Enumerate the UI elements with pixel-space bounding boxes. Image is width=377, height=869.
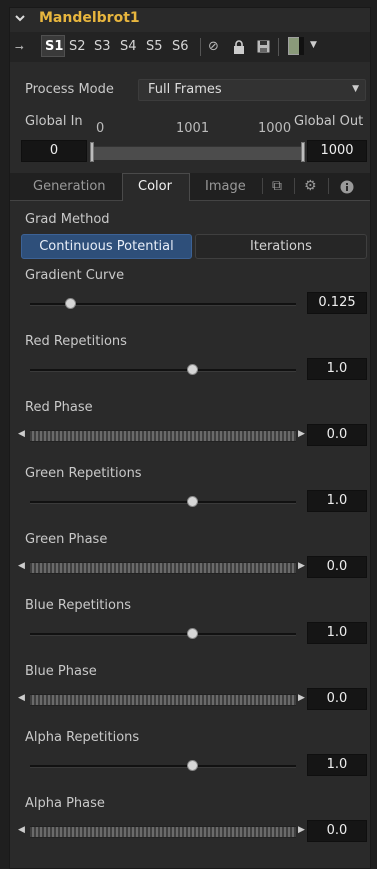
tab-separator bbox=[328, 178, 329, 194]
value-field[interactable]: 0.125 bbox=[307, 292, 367, 314]
thumbwheel-left-arrow-icon[interactable]: ◀ bbox=[18, 561, 25, 571]
tab-separator bbox=[262, 178, 263, 194]
lock-icon[interactable] bbox=[233, 40, 245, 54]
slider-track[interactable] bbox=[30, 501, 296, 504]
tool-panel: Mandelbrot1 ⭢ S1 S2 S3 S4 S5 S6 ⊘ ▼ Proc… bbox=[9, 7, 371, 869]
value-field[interactable]: 0.0 bbox=[307, 424, 367, 446]
node-title: Mandelbrot1 bbox=[39, 10, 140, 26]
value-field[interactable]: 0.0 bbox=[307, 820, 367, 842]
slider-knob[interactable] bbox=[187, 364, 199, 375]
thumbwheel[interactable] bbox=[30, 826, 296, 838]
thumbwheel-right-arrow-icon[interactable]: ▶ bbox=[298, 561, 305, 571]
control-label: Green Phase bbox=[25, 532, 108, 547]
process-mode-label: Process Mode bbox=[25, 82, 114, 97]
tab-separator bbox=[294, 178, 295, 194]
thumbwheel-right-arrow-icon[interactable]: ▶ bbox=[298, 693, 305, 703]
toolbar: ⭢ S1 S2 S3 S4 S5 S6 ⊘ ▼ bbox=[10, 32, 370, 62]
thumbwheel-right-arrow-icon[interactable]: ▶ bbox=[298, 825, 305, 835]
global-in-label: Global In bbox=[25, 114, 83, 129]
thumbwheel-left-arrow-icon[interactable]: ◀ bbox=[18, 825, 25, 835]
chevron-down-icon: ▼ bbox=[352, 84, 359, 94]
gear-icon[interactable]: ⚙ bbox=[304, 178, 317, 194]
thumbwheel[interactable] bbox=[30, 562, 296, 574]
range-tick-end: 1000 bbox=[258, 121, 292, 136]
thumbwheel-left-arrow-icon[interactable]: ◀ bbox=[18, 429, 25, 439]
chevron-down-icon[interactable] bbox=[14, 12, 26, 24]
thumbwheel-right-arrow-icon[interactable]: ▶ bbox=[298, 429, 305, 439]
value-field[interactable]: 1.0 bbox=[307, 358, 367, 380]
slider-track[interactable] bbox=[30, 369, 296, 372]
global-out-handle[interactable] bbox=[301, 142, 305, 162]
control-label: Red Repetitions bbox=[25, 334, 127, 349]
thumbwheel[interactable] bbox=[30, 430, 296, 442]
grad-method-continuous-potential-button[interactable]: Continuous Potential bbox=[21, 234, 192, 259]
global-in-handle[interactable] bbox=[90, 142, 94, 162]
disable-icon[interactable]: ⊘ bbox=[208, 39, 219, 54]
value-field[interactable]: 1.0 bbox=[307, 622, 367, 644]
global-out-label: Global Out bbox=[294, 114, 364, 129]
thumbwheel[interactable] bbox=[30, 694, 296, 706]
slot-button-s3[interactable]: S3 bbox=[94, 39, 111, 54]
info-icon[interactable] bbox=[340, 180, 354, 194]
slot-button-s2[interactable]: S2 bbox=[69, 39, 86, 54]
thumbwheel-left-arrow-icon[interactable]: ◀ bbox=[18, 693, 25, 703]
global-range-track[interactable] bbox=[92, 146, 302, 160]
pin-icon[interactable]: ⭢ bbox=[15, 40, 24, 54]
slot-button-s1[interactable]: S1 bbox=[45, 39, 63, 54]
grad-method-iterations-button[interactable]: Iterations bbox=[195, 234, 367, 259]
control-label: Red Phase bbox=[25, 400, 93, 415]
range-tick-start: 0 bbox=[96, 121, 105, 136]
value-field[interactable]: 1.0 bbox=[307, 754, 367, 776]
color-swatch-dark bbox=[299, 37, 304, 55]
range-tick-mid: 1001 bbox=[176, 121, 210, 136]
global-in-field[interactable]: 0 bbox=[21, 140, 87, 162]
control-label: Alpha Repetitions bbox=[25, 730, 140, 745]
save-icon[interactable] bbox=[257, 40, 270, 53]
slider-knob[interactable] bbox=[187, 628, 199, 639]
tab-color[interactable]: Color bbox=[138, 179, 172, 194]
node-header[interactable]: Mandelbrot1 bbox=[10, 8, 370, 31]
process-mode-value: Full Frames bbox=[148, 82, 222, 97]
global-out-field[interactable]: 1000 bbox=[307, 140, 367, 162]
control-label: Blue Repetitions bbox=[25, 598, 131, 613]
slot-button-s5[interactable]: S5 bbox=[146, 39, 163, 54]
control-label: Alpha Phase bbox=[25, 796, 105, 811]
dropdown-caret-icon[interactable]: ▼ bbox=[310, 40, 317, 50]
grad-method-label: Grad Method bbox=[25, 212, 110, 227]
tab-generation[interactable]: Generation bbox=[33, 179, 106, 194]
slot-button-s6[interactable]: S6 bbox=[172, 39, 189, 54]
control-label: Blue Phase bbox=[25, 664, 97, 679]
process-mode-dropdown[interactable]: Full Frames ▼ bbox=[138, 79, 366, 101]
slot-button-s4[interactable]: S4 bbox=[120, 39, 137, 54]
toolbar-separator bbox=[200, 38, 201, 56]
value-field[interactable]: 0.0 bbox=[307, 688, 367, 710]
slider-knob[interactable] bbox=[187, 496, 199, 507]
toolbar-separator bbox=[278, 38, 279, 56]
tab-image[interactable]: Image bbox=[205, 179, 246, 194]
value-field[interactable]: 1.0 bbox=[307, 490, 367, 512]
slider-knob[interactable] bbox=[64, 298, 76, 309]
slider-track[interactable] bbox=[30, 765, 296, 768]
slider-track[interactable] bbox=[30, 633, 296, 636]
link-icon[interactable]: ⧉ bbox=[272, 178, 282, 194]
value-field[interactable]: 0.0 bbox=[307, 556, 367, 578]
control-label: Green Repetitions bbox=[25, 466, 142, 481]
slider-knob[interactable] bbox=[187, 760, 199, 771]
control-label: Gradient Curve bbox=[25, 268, 125, 283]
